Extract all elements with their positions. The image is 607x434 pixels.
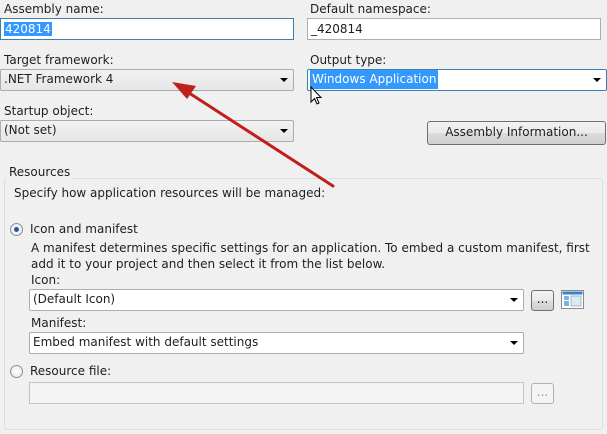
chevron-down-icon: [593, 78, 601, 82]
assembly-name-value: 420814: [4, 22, 52, 36]
startup-object-value: (Not set): [4, 123, 57, 137]
default-namespace-input[interactable]: _420814: [307, 18, 601, 40]
resources-group-title: Resources: [6, 165, 74, 179]
target-framework-dropdown[interactable]: .NET Framework 4: [0, 69, 294, 91]
icon-manifest-radio[interactable]: [10, 223, 23, 236]
resource-file-label: Resource file:: [30, 364, 112, 378]
icon-dropdown[interactable]: (Default Icon): [29, 289, 524, 311]
chevron-down-icon: [280, 129, 288, 133]
icon-label: Icon:: [31, 273, 61, 287]
output-type-value: Windows Application: [310, 70, 439, 89]
resources-description: Specify how application resources will b…: [14, 186, 326, 200]
chevron-down-icon: [510, 298, 518, 302]
radio-selected-dot: [14, 227, 19, 232]
assembly-information-button[interactable]: Assembly Information...: [427, 121, 606, 145]
icon-browse-button[interactable]: ...: [531, 290, 554, 311]
startup-object-label: Startup object:: [4, 104, 94, 118]
default-namespace-label: Default namespace:: [310, 2, 431, 16]
chevron-down-icon: [510, 341, 518, 345]
manifest-label: Manifest:: [31, 316, 87, 330]
target-framework-label: Target framework:: [4, 53, 114, 67]
manifest-dropdown[interactable]: Embed manifest with default settings: [29, 332, 524, 354]
target-framework-value: .NET Framework 4: [4, 72, 114, 86]
manifest-value: Embed manifest with default settings: [33, 335, 259, 349]
icon-preview-icon: [561, 290, 584, 309]
manifest-description: A manifest determines specific settings …: [31, 241, 590, 271]
chevron-down-icon: [280, 78, 288, 82]
assembly-name-label: Assembly name:: [4, 2, 104, 16]
icon-value: (Default Icon): [33, 292, 116, 306]
resource-file-input[interactable]: [29, 382, 524, 404]
icon-manifest-label: Icon and manifest: [30, 222, 138, 236]
assembly-name-input[interactable]: 420814: [0, 18, 294, 40]
mouse-cursor-icon: [310, 86, 323, 105]
output-type-label: Output type:: [310, 53, 387, 67]
resource-file-radio[interactable]: [10, 365, 23, 378]
resource-file-browse-button[interactable]: ...: [531, 383, 554, 404]
startup-object-dropdown[interactable]: (Not set): [0, 120, 294, 142]
output-type-dropdown[interactable]: Windows Application: [307, 69, 607, 91]
default-namespace-value: _420814: [311, 22, 363, 36]
